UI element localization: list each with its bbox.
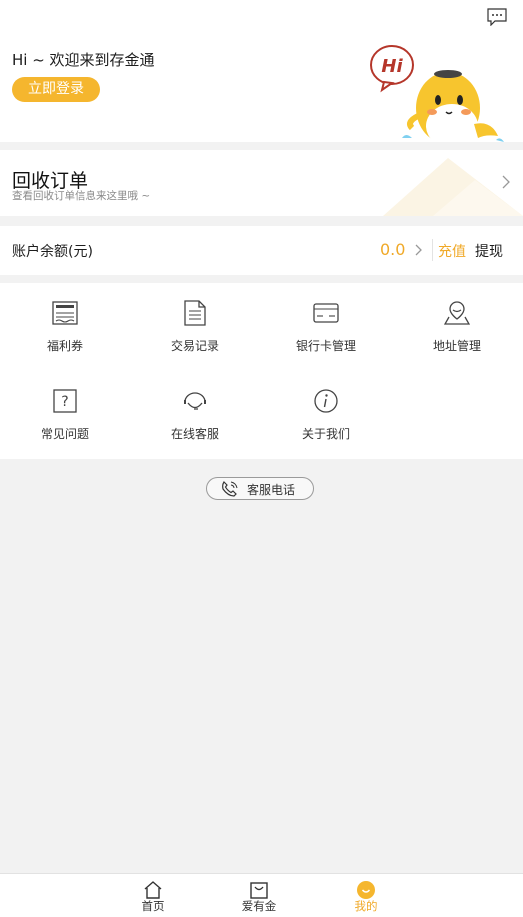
svg-text:?: ? bbox=[61, 394, 68, 410]
tab-label: 我的 bbox=[354, 899, 378, 913]
tab-label: 爱有金 bbox=[241, 899, 277, 913]
recharge-button[interactable]: 充值 bbox=[438, 241, 466, 261]
login-button[interactable]: 立即登录 bbox=[12, 77, 100, 102]
account-balance-row: 账户余额(元) 0.0 充值 提现 bbox=[0, 226, 523, 275]
withdraw-button[interactable]: 提现 bbox=[475, 241, 503, 261]
menu-item-label: 交易记录 bbox=[170, 339, 219, 353]
mascot-hi-text: Hi bbox=[381, 56, 403, 77]
document-icon bbox=[184, 300, 206, 326]
phone-icon bbox=[222, 481, 238, 497]
balance-value[interactable]: 0.0 bbox=[380, 240, 405, 259]
menu-item-transactions[interactable]: 交易记录 bbox=[130, 283, 260, 353]
home-icon bbox=[144, 881, 162, 899]
headset-icon bbox=[184, 392, 206, 410]
order-subtitle: 查看回收订单信息来这里哦 ~ bbox=[12, 190, 151, 202]
menu-item-label: 地址管理 bbox=[432, 339, 481, 353]
hotline-label: 客服电话 bbox=[247, 483, 296, 497]
profile-header: Hi ~ 欢迎来到存金通 立即登录 Hi bbox=[0, 0, 523, 142]
menu-item-faq[interactable]: ? 常见问题 bbox=[0, 371, 130, 441]
profile-icon bbox=[357, 881, 375, 899]
bottom-tab-bar: 首页 爱有金 我的 bbox=[0, 873, 523, 917]
service-menu-grid: 福利券 交易记录 银行卡管理 地址管理 ? 常见问题 在线客服 关于我们 bbox=[0, 283, 523, 459]
question-icon: ? bbox=[53, 389, 77, 413]
greeting-text: Hi ~ 欢迎来到存金通 bbox=[12, 51, 155, 69]
message-icon[interactable] bbox=[487, 8, 507, 26]
chevron-right-icon bbox=[502, 175, 510, 189]
menu-item-label: 福利券 bbox=[46, 339, 83, 353]
balance-divider bbox=[432, 239, 433, 261]
menu-item-bank-cards[interactable]: 银行卡管理 bbox=[261, 283, 391, 353]
balance-label: 账户余额(元) bbox=[12, 244, 93, 260]
tab-label: 首页 bbox=[141, 899, 165, 913]
coupon-icon bbox=[52, 301, 78, 325]
menu-item-coupons[interactable]: 福利券 bbox=[0, 283, 130, 353]
menu-item-label: 常见问题 bbox=[40, 427, 89, 441]
menu-item-online-service[interactable]: 在线客服 bbox=[130, 371, 260, 441]
location-icon bbox=[444, 301, 470, 325]
mascot-illustration: Hi bbox=[370, 45, 504, 142]
menu-item-addresses[interactable]: 地址管理 bbox=[392, 283, 522, 353]
menu-item-label: 银行卡管理 bbox=[295, 339, 356, 353]
bank-card-icon bbox=[313, 303, 339, 323]
customer-hotline-button[interactable]: 客服电话 bbox=[206, 477, 314, 500]
menu-item-label: 在线客服 bbox=[170, 427, 219, 441]
recycling-order-card[interactable]: 回收订单 查看回收订单信息来这里哦 ~ bbox=[0, 150, 523, 216]
menu-item-about-us[interactable]: 关于我们 bbox=[261, 371, 391, 441]
info-icon bbox=[314, 389, 338, 413]
tab-mine[interactable]: 我的 bbox=[336, 874, 396, 917]
tab-home[interactable]: 首页 bbox=[123, 874, 183, 917]
bag-icon bbox=[250, 882, 268, 899]
menu-item-label: 关于我们 bbox=[301, 427, 350, 441]
chevron-right-icon[interactable] bbox=[414, 243, 423, 257]
tab-aiyoujin[interactable]: 爱有金 bbox=[229, 874, 289, 917]
